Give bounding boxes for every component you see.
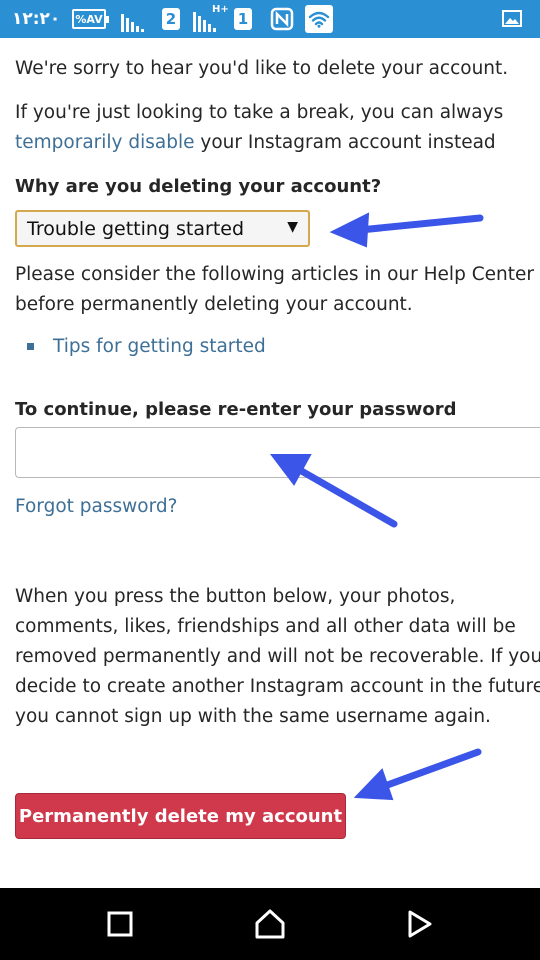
wifi-icon — [305, 5, 333, 33]
reason-heading: Why are you deleting your account? — [15, 176, 382, 197]
status-bar: ١٢:٢٠ %AV 2 H+ 1 — [0, 0, 540, 38]
dropdown-caret-icon: ▼ — [287, 219, 298, 235]
warning-line: decide to create another Instagram accou… — [15, 676, 540, 697]
signal-hplus-icon: H+ — [192, 4, 229, 32]
nfc-icon — [270, 7, 294, 31]
warning-line: When you press the button below, your ph… — [15, 586, 456, 607]
help-text-line-1: Please consider the following articles i… — [15, 264, 534, 285]
status-time: ١٢:٢٠ — [12, 9, 61, 29]
arrow-to-reason-select — [329, 212, 484, 248]
navigation-bar — [0, 888, 540, 960]
arrow-to-delete-button — [353, 748, 482, 801]
break-text-rest: your Instagram account instead — [194, 132, 496, 153]
back-icon[interactable] — [380, 888, 460, 960]
reason-select-value: Trouble getting started — [27, 217, 245, 240]
gallery-icon — [502, 10, 522, 27]
intro-text: We're sorry to hear you'd like to delete… — [15, 58, 509, 79]
break-text-line-2: temporarily disable your Instagram accou… — [15, 128, 496, 158]
forgot-password-link[interactable]: Forgot password? — [15, 492, 177, 522]
reason-select[interactable]: Trouble getting started ▼ — [15, 210, 310, 247]
tips-getting-started-link[interactable]: Tips for getting started — [53, 336, 266, 357]
warning-line: comments, likes, friendships and all oth… — [15, 616, 516, 637]
signal-icon — [120, 8, 146, 32]
sim-2-icon: 2 — [162, 8, 180, 30]
help-article-item: Tips for getting started — [27, 336, 266, 357]
recent-apps-icon[interactable] — [80, 888, 160, 960]
temporarily-disable-link[interactable]: temporarily disable — [15, 132, 195, 153]
home-icon[interactable] — [230, 888, 310, 960]
permanently-delete-button[interactable]: Permanently delete my account — [15, 793, 346, 839]
warning-line: removed permanently and will not be reco… — [15, 646, 540, 667]
bullet-icon — [27, 343, 34, 350]
warning-line: you cannot sign up with the same usernam… — [15, 706, 491, 727]
password-label: To continue, please re-enter your passwo… — [15, 399, 457, 420]
break-text-line-1: If you're just looking to take a break, … — [15, 102, 504, 123]
battery-icon: %AV — [72, 9, 109, 29]
password-input[interactable] — [15, 427, 540, 478]
network-type-label: H+ — [212, 4, 229, 15]
sim-1-icon: 1 — [234, 8, 252, 30]
help-text-line-2: before permanently deleting your account… — [15, 294, 413, 315]
